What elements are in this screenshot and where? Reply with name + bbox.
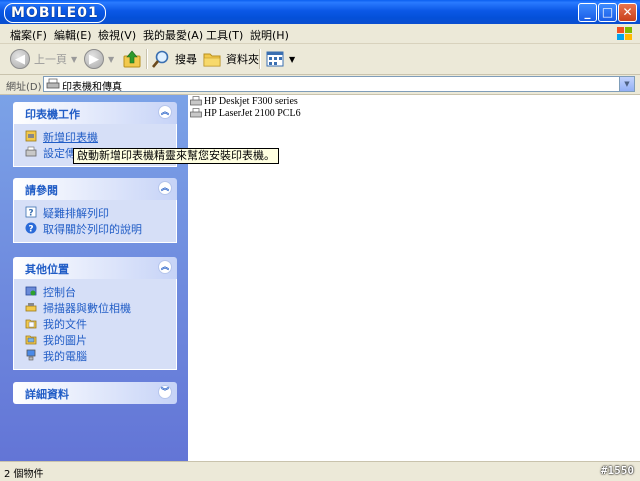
status-text: 2 個物件 — [4, 469, 44, 480]
see-also-header[interactable]: 請參閱 ︽ — [13, 178, 177, 200]
other-places-body: 控制台 掃描器與數位相機 我的文件 我的圖片 我的電腦 — [13, 279, 177, 370]
folder-icon — [203, 53, 221, 67]
search-label: 搜尋 — [175, 53, 197, 66]
search-button[interactable]: 搜尋 — [151, 48, 197, 70]
forward-arrow-icon: ▶ — [84, 49, 104, 69]
add-printer-icon — [25, 130, 37, 142]
menu-bar: 檔案(F) 編輯(E) 檢視(V) 我的最愛(A) 工具(T) 說明(H) — [0, 24, 640, 44]
printer-tasks-title: 印表機工作 — [25, 108, 80, 121]
fax-icon — [25, 146, 37, 157]
views-dropdown-icon: ▼ — [289, 54, 296, 64]
see-also-body: ? 疑難排解列印 ? 取得關於列印的說明 — [13, 200, 177, 243]
details-header[interactable]: 詳細資料 ︾ — [13, 382, 177, 404]
list-item[interactable]: HP Deskjet F300 series — [190, 95, 298, 107]
add-printer-link[interactable]: 新增印表機 — [14, 128, 176, 144]
title-bar[interactable]: MOBILE01 _ □ ✕ — [0, 0, 640, 24]
address-label: 網址(D) — [6, 82, 42, 93]
details-title: 詳細資料 — [25, 388, 69, 401]
app-logo: MOBILE01 — [4, 3, 106, 23]
printer-name: HP LaserJet 2100 PCL6 — [204, 107, 301, 119]
add-printer-label: 新增印表機 — [43, 131, 98, 144]
up-button[interactable] — [122, 48, 142, 70]
other-places-panel: 其他位置 ︽ 控制台 掃描器與數位相機 我的文件 我的圖片 我的電腦 — [13, 257, 177, 370]
my-documents-label: 我的文件 — [43, 318, 87, 331]
scanner-camera-icon — [25, 303, 37, 312]
help-icon: ? — [25, 222, 37, 234]
menu-file[interactable]: 檔案(F) — [10, 27, 47, 43]
views-button[interactable]: ▼ — [265, 48, 295, 70]
printer-tasks-header[interactable]: 印表機工作 ︽ — [13, 102, 177, 124]
menu-view[interactable]: 檢視(V) — [98, 27, 136, 43]
back-dropdown-icon: ▼ — [71, 54, 78, 64]
status-bar: 2 個物件 #1550 — [0, 461, 640, 481]
minimize-button[interactable]: _ — [578, 3, 597, 22]
list-item[interactable]: HP LaserJet 2100 PCL6 — [190, 107, 301, 119]
forward-button[interactable]: ▶ ▼ — [84, 48, 114, 70]
maximize-button[interactable]: □ — [598, 3, 617, 22]
expand-chevron-icon[interactable]: ︾ — [158, 385, 172, 399]
my-pictures-icon — [25, 335, 37, 345]
details-panel: 詳細資料 ︾ — [13, 382, 177, 404]
troubleshoot-printing-label: 疑難排解列印 — [43, 207, 109, 220]
address-input[interactable]: 印表機和傳真 ▼ — [43, 76, 635, 93]
menu-tools[interactable]: 工具(T) — [206, 27, 243, 43]
see-also-panel: 請參閱 ︽ ? 疑難排解列印 ? 取得關於列印的說明 — [13, 178, 177, 243]
scanners-cameras-link[interactable]: 掃描器與數位相機 — [14, 299, 176, 315]
views-grid-icon — [266, 51, 284, 67]
my-computer-link[interactable]: 我的電腦 — [14, 347, 176, 363]
svg-text:?: ? — [28, 225, 33, 235]
other-places-title: 其他位置 — [25, 263, 69, 276]
control-panel-link[interactable]: 控制台 — [14, 283, 176, 299]
menu-help[interactable]: 說明(H) — [250, 27, 289, 43]
address-dropdown-icon[interactable]: ▼ — [619, 77, 634, 91]
windows-flag-icon — [617, 27, 632, 40]
toolbar: ◀ 上一頁 ▼ ▶ ▼ 搜尋 資料夾 ▼ — [0, 44, 640, 75]
printer-name: HP Deskjet F300 series — [204, 95, 298, 107]
other-places-header[interactable]: 其他位置 ︽ — [13, 257, 177, 279]
toolbar-separator — [259, 49, 261, 69]
address-value: 印表機和傳真 — [62, 82, 122, 93]
troubleshoot-printing-link[interactable]: ? 疑難排解列印 — [14, 204, 176, 220]
back-label: 上一頁 — [34, 53, 67, 66]
folders-button[interactable]: 資料夾 — [202, 48, 259, 70]
my-documents-icon — [25, 319, 37, 329]
scanners-cameras-label: 掃描器與數位相機 — [43, 302, 131, 315]
folders-label: 資料夾 — [226, 53, 259, 66]
see-also-title: 請參閱 — [25, 184, 58, 197]
printer-icon — [190, 95, 202, 105]
printing-help-link[interactable]: ? 取得關於列印的說明 — [14, 220, 176, 236]
control-panel-label: 控制台 — [43, 286, 76, 299]
back-button[interactable]: ◀ 上一頁 ▼ — [10, 48, 77, 70]
address-bar: 網址(D) 印表機和傳真 ▼ — [0, 75, 640, 95]
my-documents-link[interactable]: 我的文件 — [14, 315, 176, 331]
control-panel-icon — [25, 286, 37, 296]
my-computer-label: 我的電腦 — [43, 350, 87, 363]
collapse-chevron-icon[interactable]: ︽ — [158, 260, 172, 274]
help-document-icon: ? — [25, 206, 37, 218]
printer-icon — [190, 107, 202, 117]
collapse-chevron-icon[interactable]: ︽ — [158, 105, 172, 119]
toolbar-separator — [146, 49, 148, 69]
watermark: #1550 — [600, 464, 634, 477]
my-pictures-label: 我的圖片 — [43, 334, 87, 347]
search-icon — [152, 50, 169, 68]
menu-edit[interactable]: 編輯(E) — [54, 27, 92, 43]
close-button[interactable]: ✕ — [618, 3, 637, 22]
tooltip: 啟動新增印表機精靈來幫您安裝印表機。 — [73, 148, 279, 164]
printing-help-label: 取得關於列印的說明 — [43, 223, 142, 236]
printer-icon — [46, 78, 60, 89]
forward-dropdown-icon: ▼ — [108, 54, 115, 64]
collapse-chevron-icon[interactable]: ︽ — [158, 181, 172, 195]
my-pictures-link[interactable]: 我的圖片 — [14, 331, 176, 347]
menu-favorites[interactable]: 我的最愛(A) — [143, 27, 203, 43]
my-computer-icon — [26, 349, 36, 361]
svg-text:?: ? — [28, 209, 33, 219]
back-arrow-icon: ◀ — [10, 49, 30, 69]
folder-up-icon — [123, 50, 141, 68]
